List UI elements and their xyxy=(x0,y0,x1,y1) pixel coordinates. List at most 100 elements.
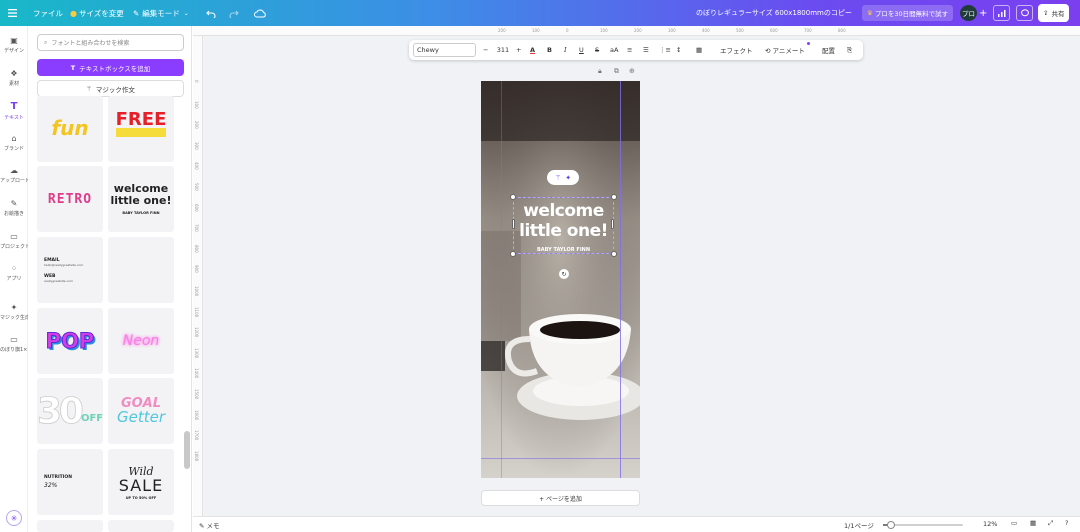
text-style-nutrition[interactable]: NUTRITION 32% xyxy=(37,449,103,515)
rail-item-apps[interactable]: ⁘ アプリ xyxy=(0,258,28,288)
list-icon[interactable]: ☰ xyxy=(643,46,649,54)
add-page-button[interactable]: + ページを追加 xyxy=(481,490,640,506)
numbered-list-icon[interactable]: ⋮≡ xyxy=(659,46,671,54)
effects-button[interactable]: エフェクト xyxy=(720,45,753,55)
text-style-more-1[interactable] xyxy=(37,520,103,532)
ruler-tick-label: 200 xyxy=(498,28,506,33)
folder-icon: ▭ xyxy=(10,335,18,344)
font-search-input[interactable]: ⌕ フォントと組み合わせを検索 xyxy=(37,34,184,51)
text-style-white[interactable] xyxy=(108,237,174,303)
text-style-goal-getter[interactable]: GOAL Getter xyxy=(108,378,174,444)
ruler-tick-label: 900 xyxy=(194,265,199,274)
rail-item-folder[interactable]: ▭のぼり旗1×... xyxy=(0,329,28,359)
resize-handle[interactable] xyxy=(611,251,617,257)
align-center-icon[interactable]: ≡ xyxy=(627,46,632,54)
apps-icon: ⁘ xyxy=(10,264,18,273)
text-style-fun[interactable]: fun xyxy=(37,96,103,162)
position-button[interactable]: 配置 xyxy=(822,45,835,55)
text-style-pop[interactable]: POP xyxy=(37,308,103,374)
ruler-tick-label: 200 xyxy=(194,121,199,129)
strikethrough-icon[interactable]: S xyxy=(595,46,599,54)
notes-button[interactable]: ✎ メモ xyxy=(199,520,220,530)
rail-item-text[interactable]: T テキスト xyxy=(0,96,28,126)
add-page-icon[interactable]: ⊕ xyxy=(629,67,635,75)
duplicate-page-icon[interactable]: ⧉ xyxy=(614,67,619,76)
text-style-retro[interactable]: RETRO xyxy=(37,166,103,232)
text-style-free[interactable]: FREE xyxy=(108,96,174,162)
ruler-tick-label: 1000 xyxy=(194,286,199,297)
add-collaborator-icon[interactable]: + xyxy=(979,0,987,26)
pro-trial-button[interactable]: ♛ プロを30日間無料で試す xyxy=(862,5,954,21)
side-handle[interactable] xyxy=(512,219,515,229)
canvas-subline: BABY TAYLOR FINN xyxy=(536,247,591,253)
text-style-30-off[interactable]: 30 OFF xyxy=(37,378,103,444)
resize-handle[interactable] xyxy=(510,194,516,200)
menu-icon[interactable] xyxy=(8,0,17,26)
share-button[interactable]: ⇪ 共有 xyxy=(1038,4,1070,22)
design-page[interactable] xyxy=(481,81,640,478)
projects-icon: ▭ xyxy=(10,232,18,241)
rail-item-brand[interactable]: ⌂ ブランド xyxy=(0,128,28,158)
animate-button[interactable]: ⟲ アニメート xyxy=(765,42,810,55)
text-color-icon[interactable]: A xyxy=(530,46,535,54)
magic-assistant-icon[interactable]: ✳ xyxy=(6,510,22,526)
text-style-wild-sale[interactable]: Wild SALE UP TO 50% OFF xyxy=(108,449,174,515)
comment-icon[interactable] xyxy=(1016,5,1033,21)
grid-view-icon[interactable]: ▭ xyxy=(1011,519,1017,527)
italic-icon[interactable]: I xyxy=(564,46,567,54)
resize-button[interactable]: ● サイズを変更 xyxy=(70,0,124,26)
quick-actions-pill[interactable]: ⚚ ✦ xyxy=(547,170,579,185)
rail-item-upload[interactable]: ☁ アップロード xyxy=(0,160,28,190)
add-textbox-button[interactable]: T テキストボックスを追加 xyxy=(37,59,184,76)
bold-icon[interactable]: B xyxy=(547,46,552,54)
resize-handle[interactable] xyxy=(510,251,516,257)
rail-item-projects[interactable]: ▭ プロジェクト xyxy=(0,226,28,256)
letter-case-icon[interactable]: aA xyxy=(610,46,618,54)
ruler-tick-label: 500 xyxy=(194,183,199,191)
paint-format-icon[interactable]: ⎘ xyxy=(847,46,852,55)
redo-icon[interactable] xyxy=(229,0,239,26)
underline-icon[interactable]: U xyxy=(579,46,584,54)
page-indicator[interactable]: 1/1ページ xyxy=(844,520,874,530)
decrease-size-button[interactable]: − xyxy=(483,46,488,54)
chevron-down-icon: ⌄ xyxy=(183,9,189,17)
fullscreen-icon[interactable]: ⤢ xyxy=(1048,519,1053,528)
animate-icon: ⟲ xyxy=(765,47,771,55)
increase-size-button[interactable]: + xyxy=(516,46,521,54)
resize-handle[interactable] xyxy=(611,194,617,200)
rail-item-design[interactable]: ▣ デザイン xyxy=(0,30,28,60)
crown-icon: ● xyxy=(70,8,77,18)
rail-item-magic-media[interactable]: ✦ マジック生成 xyxy=(0,297,28,327)
side-handle[interactable] xyxy=(611,219,614,229)
pencil-icon: ✎ xyxy=(133,8,140,18)
undo-icon[interactable] xyxy=(206,0,216,26)
lock-icon[interactable]: 🔒︎ xyxy=(598,67,602,76)
document-title[interactable]: のぼりレギュラーサイズ 600x1800mmのコピー xyxy=(696,0,852,26)
file-menu[interactable]: ファイル xyxy=(33,0,63,26)
text-style-contact[interactable]: EMAIL hello@reallygreatsite.com WEB real… xyxy=(37,237,103,303)
zoom-level[interactable]: 12% xyxy=(983,520,997,528)
insights-icon[interactable] xyxy=(993,5,1010,21)
zoom-slider[interactable] xyxy=(883,521,963,529)
edit-mode-dropdown[interactable]: ✎ 編集モード ⌄ xyxy=(133,0,189,26)
notes-icon: ✎ xyxy=(199,522,205,530)
text-style-neon[interactable]: Neon xyxy=(108,308,174,374)
zoom-slider-knob[interactable] xyxy=(887,521,895,529)
panel-scrollbar[interactable] xyxy=(184,431,190,469)
text-style-more-2[interactable] xyxy=(108,520,174,532)
font-family-dropdown[interactable]: Chewy xyxy=(413,43,476,57)
avatar[interactable]: プロ xyxy=(960,5,977,21)
help-icon[interactable]: ? xyxy=(1065,519,1068,527)
rail-item-draw[interactable]: ✎ お絵描き xyxy=(0,193,28,223)
thumbnails-icon[interactable]: ▦ xyxy=(1030,519,1036,527)
ruler-tick-label: 1800 xyxy=(194,450,199,461)
text-selection-box[interactable]: welcome little one! BABY TAYLOR FINN xyxy=(513,197,614,254)
magic-write-button[interactable]: ⚚ マジック作文 xyxy=(37,80,184,97)
cloud-save-icon[interactable] xyxy=(254,0,266,26)
rotate-icon[interactable]: ↻ xyxy=(559,269,569,279)
rail-item-elements[interactable]: ❖ 素材 xyxy=(0,63,28,93)
font-size-input[interactable]: 311 xyxy=(493,46,513,54)
transparency-icon[interactable]: ▦ xyxy=(696,46,702,54)
text-style-welcome[interactable]: welcome little one! BABY TAYLOR FINN xyxy=(108,166,174,232)
spacing-icon[interactable]: ↕ xyxy=(676,46,681,54)
